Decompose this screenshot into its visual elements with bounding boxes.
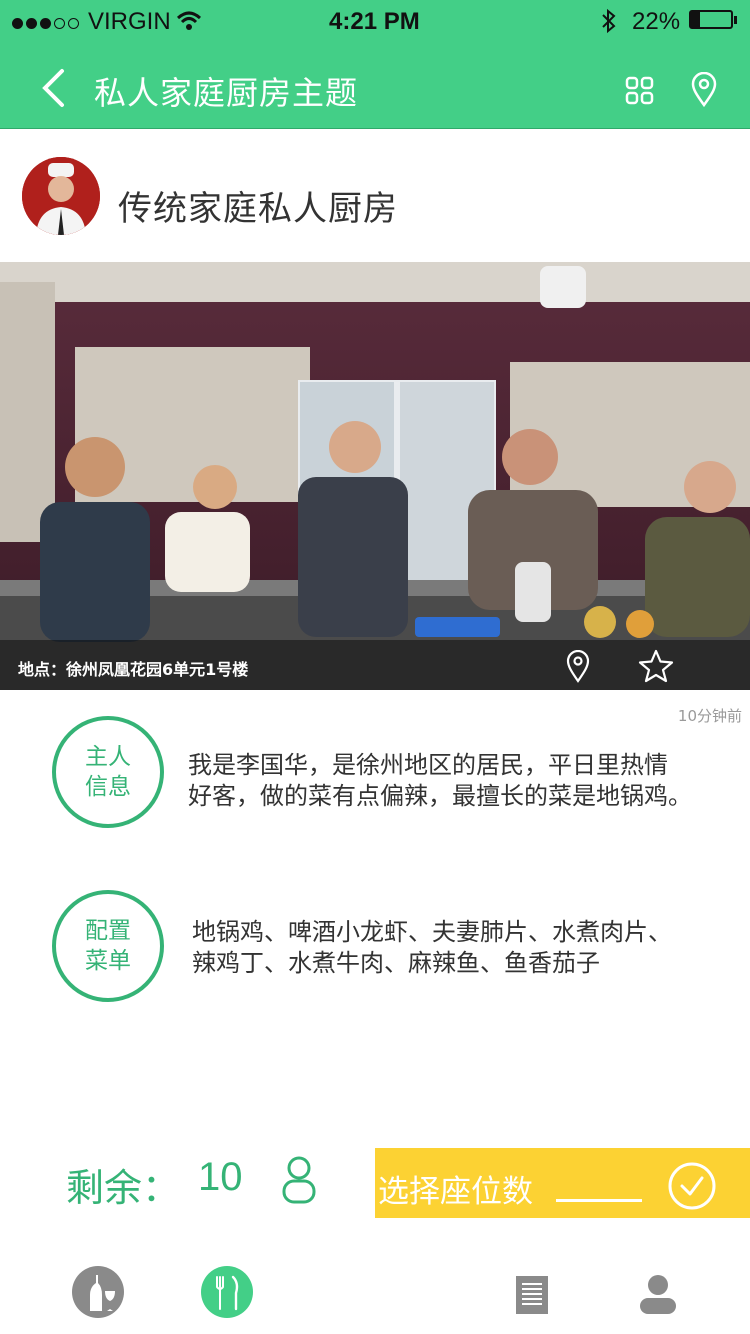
location-caption: 地点：徐州凤凰花园6单元1号楼: [18, 660, 249, 679]
signal-strength-icon: [12, 13, 82, 32]
description-line: 地锅鸡、啤酒小龙虾、夫妻肺片、水煮肉片、: [192, 918, 672, 946]
menu-badge: 配置 菜单: [52, 890, 164, 1002]
favorite-star-icon[interactable]: [638, 649, 674, 683]
description-line: 好客，做的菜有点偏辣，最擅长的菜是地锅鸡。: [188, 782, 692, 810]
person-outline-icon: [282, 1156, 316, 1204]
bluetooth-icon: [602, 8, 616, 34]
back-chevron-icon[interactable]: [40, 68, 66, 108]
location-pin-icon[interactable]: [566, 650, 590, 684]
host-info-badge: 主人 信息: [52, 716, 164, 828]
orders-tab-icon[interactable]: [514, 1274, 550, 1316]
confirm-check-icon[interactable]: [667, 1161, 717, 1211]
map-pin-icon[interactable]: [690, 72, 718, 108]
wifi-icon: [176, 11, 202, 30]
description-line: 辣鸡丁、水煮牛肉、麻辣鱼、鱼香茄子: [192, 949, 600, 977]
badge-line: 菜单: [85, 948, 131, 974]
kitchen-name: 传统家庭私人厨房: [118, 189, 398, 229]
drinks-tab-icon[interactable]: [71, 1265, 125, 1319]
carrier-name: VIRGIN: [88, 8, 171, 35]
badge-line: 信息: [85, 774, 131, 800]
posted-time: 10分钟前: [677, 707, 742, 725]
battery-percent: 22%: [632, 8, 681, 35]
kitchen-photo[interactable]: [0, 262, 750, 690]
select-seats-label: 选择座位数: [378, 1174, 533, 1210]
remaining-count: 10: [198, 1155, 243, 1199]
seat-count-blank[interactable]: [556, 1199, 642, 1202]
battery-icon: [689, 10, 737, 29]
host-avatar[interactable]: [22, 157, 100, 235]
description-line: 我是李国华，是徐州地区的居民，平日里热情: [188, 751, 668, 779]
profile-tab-icon[interactable]: [638, 1274, 678, 1316]
badge-line: 主人: [85, 744, 131, 770]
grid-icon[interactable]: [625, 76, 655, 106]
dining-tab-icon[interactable]: [200, 1265, 254, 1319]
app-header: VIRGIN 4:21 PM 22% 私人家庭厨房主题: [0, 0, 750, 129]
badge-line: 配置: [85, 918, 131, 944]
remaining-label: 剩余：: [66, 1166, 181, 1210]
clock: 4:21 PM: [329, 8, 420, 35]
host-description: 我是李国华，是徐州地区的居民，平日里热情 好客，做的菜有点偏辣，最擅长的菜是地锅…: [188, 750, 692, 812]
menu-description: 地锅鸡、啤酒小龙虾、夫妻肺片、水煮肉片、 辣鸡丁、水煮牛肉、麻辣鱼、鱼香茄子: [192, 917, 672, 979]
page-title: 私人家庭厨房主题: [94, 74, 359, 112]
